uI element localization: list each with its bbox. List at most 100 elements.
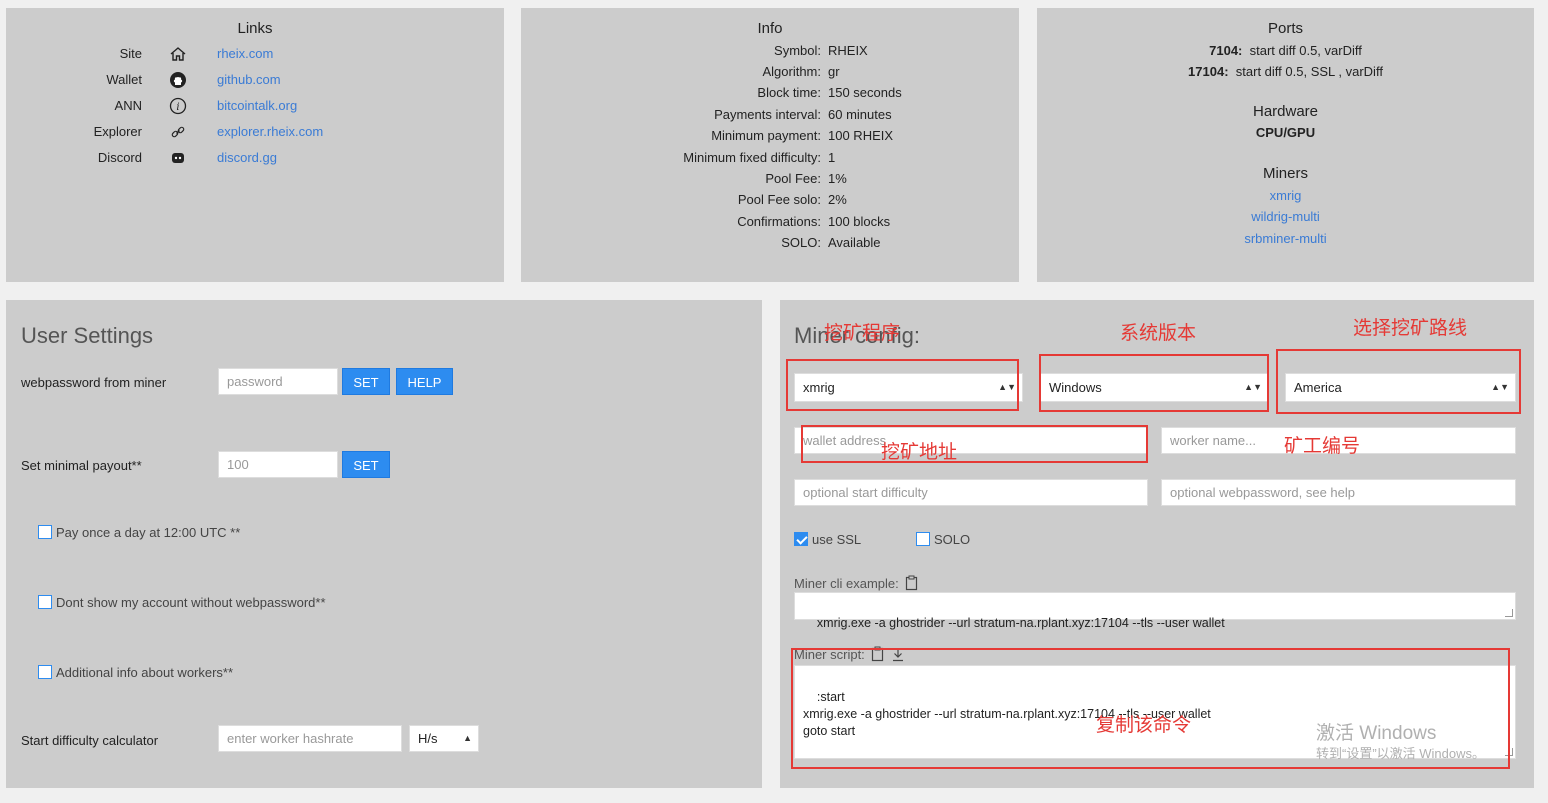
optional-webpassword-input[interactable]: optional webpassword, see help [1161,479,1516,506]
download-icon[interactable] [891,648,905,665]
checkbox-label: SOLO [934,532,971,547]
info-row: SOLO: Available [521,235,1019,255]
link-row-site: Site rheix.com [6,43,504,65]
miner-link-srbminer[interactable]: srbminer-multi [1244,231,1326,246]
link-row-ann: ANN i bitcointalk.org [6,95,504,117]
resize-handle-icon[interactable] [1505,748,1513,756]
site-link[interactable]: rheix.com [217,46,273,61]
port-number: 7104 [1209,43,1239,58]
cli-example-text: xmrig.exe -a ghostrider --url stratum-na… [816,616,1225,630]
discord-icon [168,148,188,168]
solo-checkbox[interactable]: SOLO [916,532,970,547]
help-button[interactable]: HELP [396,368,453,395]
info-value: Available [828,235,881,250]
copy-icon[interactable] [871,646,885,665]
port-desc: start diff 0.5, varDiff [1249,43,1362,58]
info-value: 1 [828,150,836,165]
checkbox-box[interactable] [38,665,52,679]
checkbox-label: Additional info about workers** [56,665,234,680]
info-row: Algorithm: gr [521,64,1019,84]
link-label: Explorer [93,124,142,139]
link-row-explorer: Explorer explorer.rheix.com [6,121,504,143]
user-settings-title: User Settings [21,323,154,348]
payout-label: Set minimal payout** [21,458,142,473]
ports-title: Ports [1267,20,1303,37]
webpassword-label: webpassword from miner [21,375,167,390]
port-line: 7104: start diff 0.5, varDiff [1037,43,1534,58]
discord-link[interactable]: discord.gg [217,150,277,165]
port-desc: start diff 0.5, SSL , varDiff [1235,64,1383,79]
info-row: Minimum payment: 100 RHEIX [521,128,1019,148]
port-line: 17104: start diff 0.5, SSL , varDiff [1037,64,1534,79]
start-difficulty-input[interactable]: optional start difficulty [794,479,1148,506]
select-value: Windows [1049,380,1102,395]
link-row-discord: Discord discord.gg [6,147,504,169]
svg-text:i: i [176,102,179,113]
explorer-link[interactable]: explorer.rheix.com [217,124,323,139]
info-value: 2% [828,192,847,207]
info-key: Minimum fixed difficulty: [683,150,821,165]
info-key: Algorithm: [762,64,821,79]
info-value: 100 RHEIX [828,128,894,143]
info-row: Confirmations: 100 blocks [521,214,1019,234]
use-ssl-checkbox[interactable]: use SSL [794,532,861,547]
miner-program-select[interactable]: xmrig ▲▼ [794,373,1023,402]
additional-info-checkbox[interactable]: Additional info about workers** [38,665,233,680]
annotation-worker-no: 矿工编号 [1284,435,1361,457]
links-title: Links [237,20,273,37]
checkbox-label: use SSL [812,532,862,547]
pay-once-checkbox[interactable]: Pay once a day at 12:00 UTC ** [38,525,240,540]
info-row: Pool Fee solo: 2% [521,192,1019,212]
payout-input[interactable]: 100 [218,451,338,478]
hashrate-unit-select[interactable]: H/s ▲ [409,725,479,752]
hardware-value: CPU/GPU [1255,125,1316,140]
hardware-title: Hardware [1252,103,1319,120]
info-key: Confirmations: [737,214,821,229]
checkbox-box[interactable] [38,525,52,539]
windows-activation-hint: 转到“设置”以激活 Windows。 [1316,746,1486,761]
select-arrows-icon: ▲▼ [998,382,1016,392]
checkbox-checked[interactable] [794,532,808,546]
miner-link-wildrig[interactable]: wildrig-multi [1251,209,1320,224]
select-arrows-icon: ▲ [463,733,472,743]
info-icon: i [168,96,188,116]
windows-activation-watermark: 激活 Windows [1316,723,1437,744]
info-key: Pool Fee solo: [737,192,821,207]
region-select[interactable]: America ▲▼ [1285,373,1516,402]
link-label: Discord [97,150,142,165]
checkbox-box[interactable] [38,595,52,609]
select-arrows-icon: ▲▼ [1244,382,1262,392]
payout-set-button[interactable]: SET [342,451,390,478]
info-row: Payments interval: 60 minutes [521,107,1019,127]
select-value: America [1294,380,1342,395]
info-row: Block time: 150 seconds [521,85,1019,105]
link-label: Site [119,46,142,61]
link-label: Wallet [106,72,142,87]
ann-link[interactable]: bitcointalk.org [217,98,297,113]
links-panel: Links Site rheix.com Wallet github.com A… [6,8,504,282]
select-value: xmrig [803,380,835,395]
resize-handle-icon[interactable] [1505,609,1513,617]
dont-show-checkbox[interactable]: Dont show my account without webpassword… [38,595,326,610]
wallet-link[interactable]: github.com [217,72,281,87]
info-key: Payments interval: [714,107,821,122]
os-select[interactable]: Windows ▲▼ [1040,373,1269,402]
info-key: SOLO: [781,235,821,250]
info-value: RHEIX [828,43,868,58]
link-label: ANN [114,98,142,113]
checkbox-box[interactable] [916,532,930,546]
miner-link-xmrig[interactable]: xmrig [1270,188,1302,203]
hashrate-input[interactable]: enter worker hashrate [218,725,402,752]
checkbox-label: Pay once a day at 12:00 UTC ** [56,525,241,540]
webpassword-input[interactable]: password [218,368,338,395]
link-row-wallet: Wallet github.com [6,69,504,91]
cli-label-text: Miner cli example: [794,576,899,591]
webpassword-set-button[interactable]: SET [342,368,390,395]
wallet-address-input[interactable]: wallet address [794,427,1148,454]
port-colon: : [1224,64,1229,79]
cli-example-textarea[interactable]: xmrig.exe -a ghostrider --url stratum-na… [794,592,1516,630]
link-icon [168,122,188,142]
info-key: Symbol: [774,43,821,58]
annotation-route: 选择挖矿路线 [1353,317,1468,339]
select-value: H/s [418,731,438,746]
